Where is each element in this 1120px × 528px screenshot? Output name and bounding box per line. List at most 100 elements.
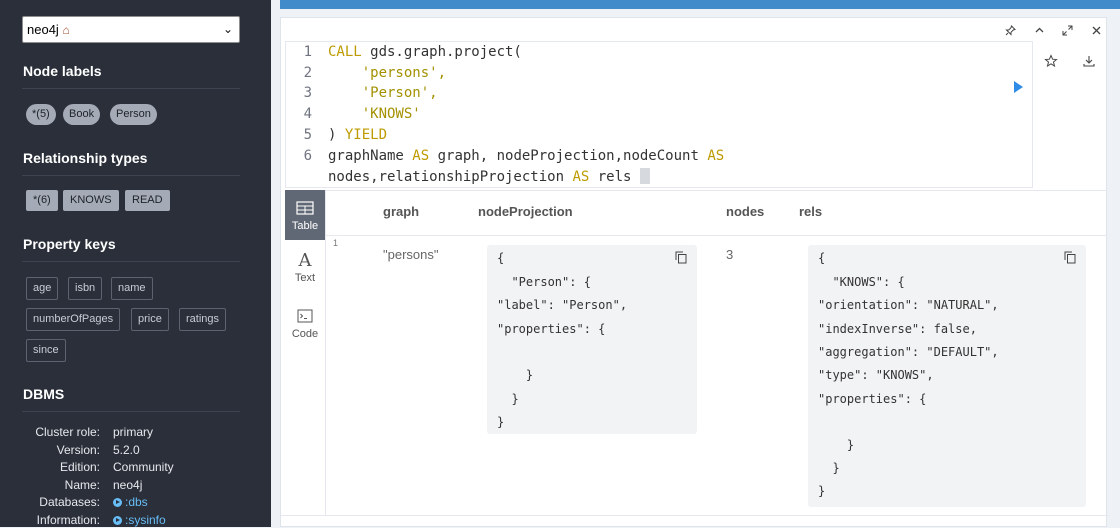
copy-icon[interactable] [675,251,687,264]
code-line: ) YIELD [328,127,388,143]
tab-text[interactable]: A Text [285,244,325,294]
divider [22,88,240,89]
dbms-row-name: Name: neo4j [0,477,271,493]
node-label-pill[interactable]: *(5) [26,104,56,125]
json-line: "label": "Person", [497,298,628,312]
node-label-pill[interactable]: Book [63,104,101,125]
node-label-pill[interactable]: Person [110,104,157,125]
property-key[interactable]: since [26,339,66,362]
json-line: { [818,251,826,265]
dbms-key: Information: [36,513,100,527]
cell-nodeprojection: { "Person": { "label": "Person", "proper… [487,245,697,434]
tab-code[interactable]: Code [285,298,325,348]
fullscreen-icon[interactable] [1060,25,1074,39]
line-number: 5 [303,127,312,143]
json-line: "type": "KNOWS", [818,368,934,382]
dbms-key: Cluster role: [35,425,100,439]
cell-nodes: 3 [726,247,734,262]
divider [22,175,240,176]
dbms-key: Version: [56,443,100,457]
relationship-type-tag[interactable]: KNOWS [63,190,119,211]
copy-icon[interactable] [1064,251,1076,264]
result-frame: 1 2 3 4 5 6 CALL gds.graph.project( 'per… [280,17,1108,527]
code-line: graphName AS graph, nodeProjection,nodeC… [328,148,725,164]
code-line: 'Person', [328,85,438,101]
run-icon[interactable] [1010,79,1026,95]
line-number: 6 [303,148,312,164]
tab-table-label: Table [291,220,319,232]
database-select[interactable]: neo4j ⌂ ⌄ [22,16,240,43]
query-editor[interactable]: 1 2 3 4 5 6 CALL gds.graph.project( 'per… [285,41,1033,188]
pin-icon[interactable] [1003,25,1017,39]
property-key[interactable]: name [111,277,153,300]
relationship-type-tag[interactable]: *(6) [26,190,58,211]
dbms-key: Name: [64,478,100,492]
text-cursor [639,168,650,184]
sysinfo-link[interactable]: :sysinfo [113,512,166,528]
line-number: 3 [303,85,312,101]
relationship-type-tag[interactable]: READ [125,190,170,211]
property-key[interactable]: isbn [68,277,103,300]
json-line: } [497,392,519,406]
house-icon: ⌂ [62,23,70,37]
dbms-row-version: Version: 5.2.0 [0,442,271,458]
line-number: 1 [303,44,312,60]
json-line: } [818,461,840,475]
collapse-icon[interactable] [1032,25,1046,39]
json-line: "indexInverse": false, [818,322,977,336]
property-key[interactable]: age [26,277,59,300]
property-keys-title: Property keys [23,236,116,252]
json-line: "properties": { [497,322,606,336]
column-header-rels: rels [799,204,823,219]
json-line: } [818,438,855,452]
download-icon[interactable] [1080,54,1098,71]
sidebar-gutter [271,0,280,527]
column-header-graph: graph [383,204,420,219]
code-icon [285,308,325,326]
dbs-link-label: :dbs [125,495,148,509]
dbs-link[interactable]: :dbs [113,494,148,510]
json-line: "KNOWS": { [818,275,905,289]
chevron-down-icon: ⌄ [222,22,233,36]
dbms-row-information: Information: :sysinfo [0,512,271,528]
sidebar: neo4j ⌂ ⌄ Node labels *(5) Book Person R… [0,0,271,527]
result-table: graph nodeProjection nodes rels 1 "perso… [326,190,1106,517]
line-number: 4 [303,106,312,122]
view-tabs: Table A Text Code [285,190,326,516]
table-icon [285,200,325,218]
tab-text-label: Text [294,272,316,284]
dbms-title: DBMS [23,386,65,402]
code-line: 'KNOWS' [328,106,421,122]
relationship-types-title: Relationship types [23,150,148,166]
close-icon[interactable] [1089,25,1103,39]
code-line: CALL gds.graph.project( [328,44,522,60]
json-line: "aggregation": "DEFAULT", [818,345,999,359]
dbms-row-databases: Databases: :dbs [0,494,271,510]
text-icon: A [298,250,312,271]
divider [22,411,240,412]
json-line: } [818,484,826,498]
favorite-star-icon[interactable] [1042,54,1060,71]
play-icon [113,498,122,507]
node-labels-title: Node labels [23,63,102,79]
tab-table[interactable]: Table [285,190,325,240]
code-line: nodes,relationshipProjection AS rels [328,168,650,185]
header-divider [326,235,1106,236]
json-line: { [497,251,505,265]
dbms-row-edition: Edition: Community [0,459,271,475]
dbms-key: Databases: [39,495,100,509]
cell-graph: "persons" [383,247,439,262]
column-header-nodeprojection: nodeProjection [478,204,573,219]
row-number: 1 [333,238,339,248]
json-line: } [497,415,505,429]
property-key[interactable]: price [131,308,169,331]
column-header-nodes: nodes [726,204,765,219]
dbms-value: primary [113,425,154,439]
dbms-value: neo4j [113,478,143,492]
property-key[interactable]: ratings [179,308,227,331]
database-name: neo4j [27,22,59,37]
json-line: "Person": { [497,275,591,289]
dbms-key: Edition: [59,460,100,474]
property-key[interactable]: numberOfPages [26,308,121,331]
dbms-row-cluster-role: Cluster role: primary [0,424,271,440]
